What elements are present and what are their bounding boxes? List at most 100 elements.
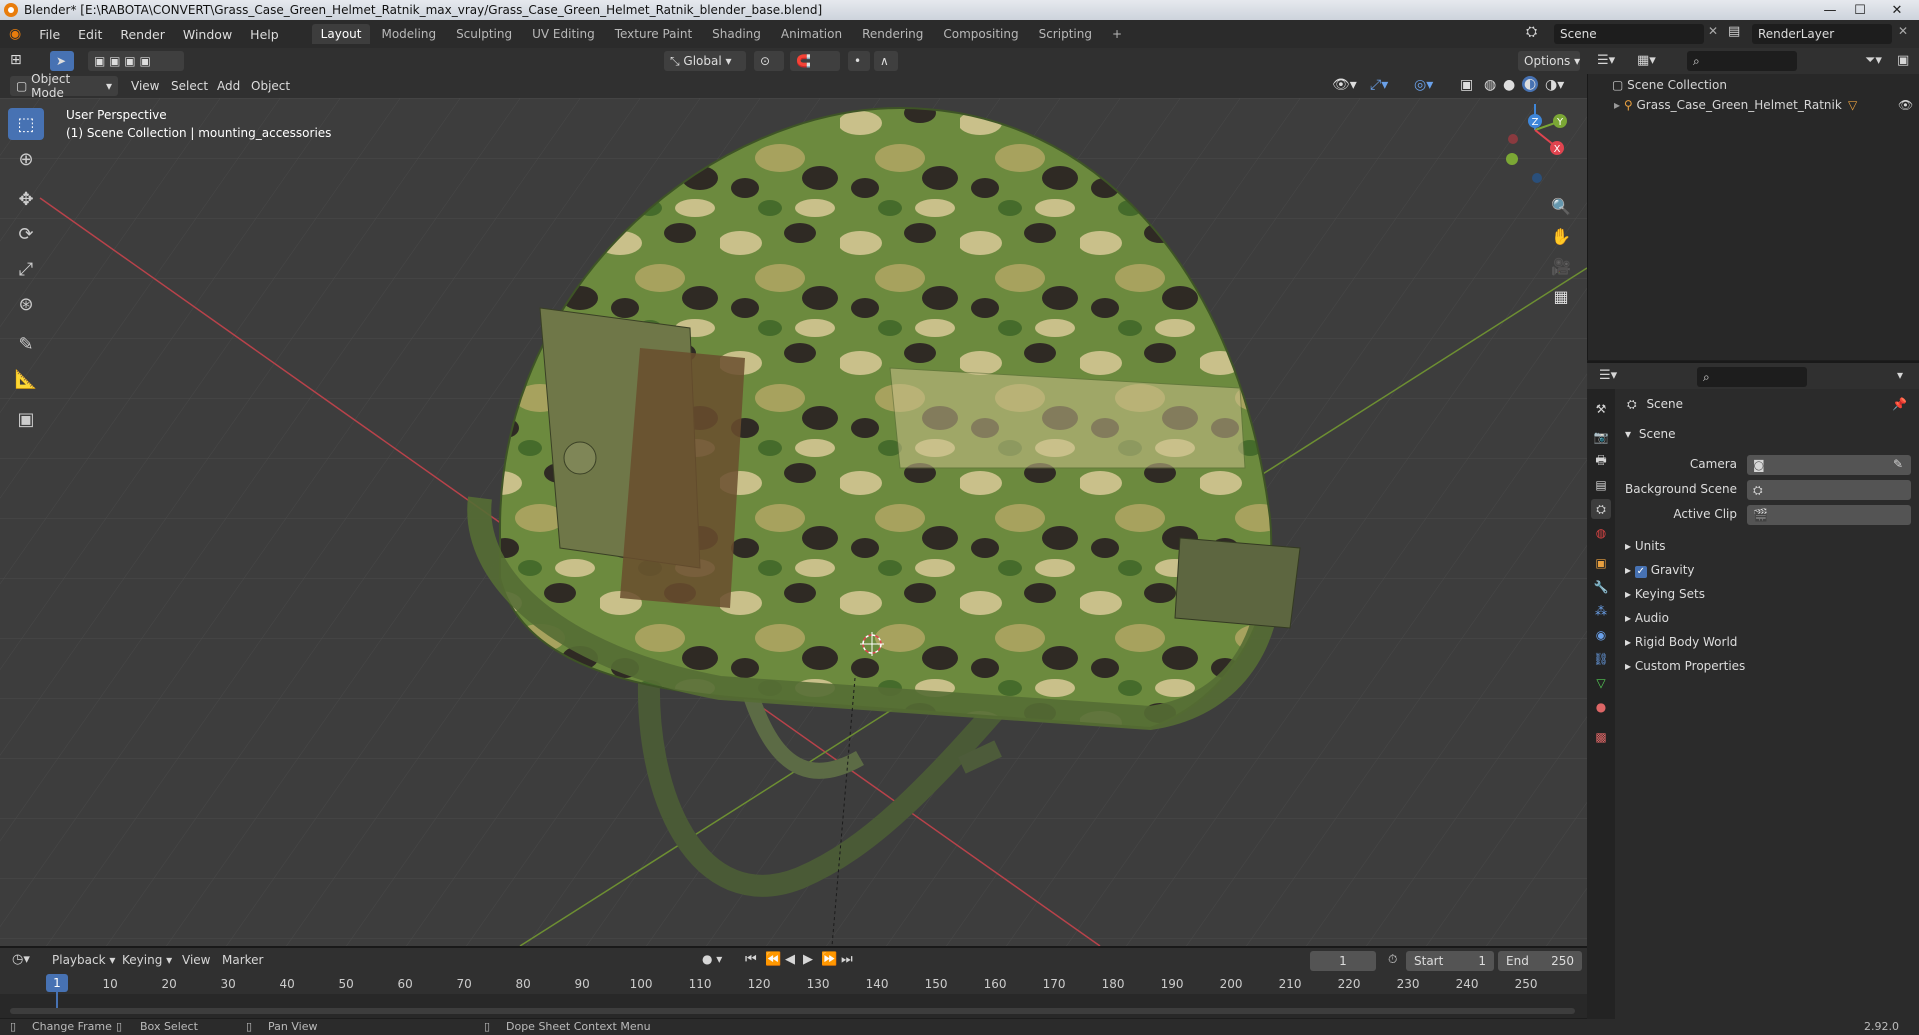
visibility-icon[interactable]: 👁▾ <box>1332 77 1357 93</box>
annotate-tool-icon[interactable]: ✎ <box>8 328 44 360</box>
data-tab-icon[interactable]: ▽ <box>1591 673 1611 693</box>
start-frame-field[interactable]: Start 1 <box>1406 951 1494 971</box>
tab-animation[interactable]: Animation <box>772 24 851 44</box>
gizmo-toggle-icon[interactable]: ⤢▾ <box>1370 77 1388 93</box>
menu-file[interactable]: File <box>30 27 69 42</box>
material-shading-icon[interactable]: ◐ <box>1522 76 1539 92</box>
end-frame-field[interactable]: End 250 <box>1498 951 1582 971</box>
particles-tab-icon[interactable]: ⁂ <box>1591 601 1611 621</box>
preview-range-icon[interactable]: ⏱ <box>1388 952 1397 967</box>
falloff-icon[interactable]: ∧ <box>874 51 898 71</box>
active-clip-field[interactable]: 🎬 <box>1747 505 1911 525</box>
scene-panel-header[interactable]: ▾ Scene <box>1625 427 1675 441</box>
transform-tool-icon[interactable]: ⊛ <box>8 288 44 320</box>
jump-start-icon[interactable]: ⏮ <box>745 952 757 967</box>
tool-tab-icon[interactable]: ⚒ <box>1591 399 1611 419</box>
properties-editor-icon[interactable]: ☰▾ <box>1599 368 1617 383</box>
camera-field[interactable]: ◙ ✎ <box>1747 455 1911 475</box>
display-mode-icon[interactable]: ▦▾ <box>1637 53 1656 68</box>
transform-orientation-dropdown[interactable]: ⤡ Global ▾ <box>664 51 746 71</box>
world-tab-icon[interactable]: ◍ <box>1591 523 1611 543</box>
expand-arrow-icon[interactable]: ▸ <box>1614 98 1620 112</box>
xray-toggle-icon[interactable]: ▣ <box>1460 77 1473 93</box>
selection-mode-buttons[interactable]: ▣ ▣ ▣ ▣ <box>88 51 184 71</box>
menu-edit[interactable]: Edit <box>69 27 111 42</box>
menu-add[interactable]: Add <box>217 79 240 93</box>
audio-panel[interactable]: ▸ Audio <box>1625 611 1669 625</box>
pivot-point-icon[interactable]: ⊙ <box>754 51 784 71</box>
pan-hand-icon[interactable]: ✋ <box>1547 222 1575 250</box>
play-reverse-icon[interactable]: ◀ <box>785 952 795 967</box>
timeline-editor-icon[interactable]: ◷▾ <box>12 952 30 967</box>
select-box-tool-icon[interactable]: ⬚ <box>8 108 44 140</box>
keying-sets-panel[interactable]: ▸ Keying Sets <box>1625 587 1705 601</box>
menu-view[interactable]: View <box>131 79 159 93</box>
snap-icon[interactable]: 🧲 <box>790 51 840 71</box>
options-dropdown[interactable]: Options ▾ <box>1518 51 1580 71</box>
tab-texture-paint[interactable]: Texture Paint <box>606 24 701 44</box>
material-tab-icon[interactable]: ● <box>1591 697 1611 717</box>
timeline-body[interactable]: 1102030405060708090100110120130140150160… <box>0 972 1587 1018</box>
texture-tab-icon[interactable]: ▩ <box>1591 727 1611 747</box>
renderlayer-selector[interactable]: RenderLayer <box>1752 24 1892 44</box>
rotate-tool-icon[interactable]: ⟳ <box>8 218 44 250</box>
playhead[interactable]: 1 <box>46 974 68 992</box>
jump-keyframe-forward-icon[interactable]: ⏩ <box>821 952 837 967</box>
close-scene-icon[interactable]: ✕ <box>1708 24 1718 38</box>
new-collection-icon[interactable]: ▣ <box>1897 53 1909 68</box>
pin-icon[interactable]: 📌 <box>1892 397 1907 411</box>
tab-modeling[interactable]: Modeling <box>372 24 445 44</box>
menu-render[interactable]: Render <box>111 27 174 42</box>
output-tab-icon[interactable]: 🖶 <box>1591 451 1611 471</box>
menu-keying[interactable]: Keying ▾ <box>122 953 172 967</box>
outliner-item[interactable]: ▸ ⚲ Grass_Case_Green_Helmet_Ratnik ▽ 👁 <box>1614 98 1914 116</box>
gizmo-x-label[interactable]: X <box>1554 144 1561 155</box>
close-button[interactable]: ✕ <box>1875 0 1919 20</box>
outliner-search-input[interactable]: ⌕ <box>1687 51 1797 71</box>
tab-compositing[interactable]: Compositing <box>934 24 1027 44</box>
physics-tab-icon[interactable]: ◉ <box>1591 625 1611 645</box>
render-tab-icon[interactable]: 📷 <box>1591 427 1611 447</box>
timeline-scrollbar[interactable] <box>10 1008 1575 1014</box>
tab-shading[interactable]: Shading <box>703 24 770 44</box>
background-scene-field[interactable]: ⛭ <box>1747 480 1911 500</box>
blender-menu-icon[interactable]: ◉ <box>0 26 30 42</box>
constraints-tab-icon[interactable]: ⛓ <box>1591 649 1611 669</box>
measure-tool-icon[interactable]: 📐 <box>8 363 44 395</box>
camera-view-icon[interactable]: 🎥 <box>1547 252 1575 280</box>
tab-layout[interactable]: Layout <box>311 24 371 44</box>
solid-shading-icon[interactable]: ● <box>1503 77 1515 93</box>
outliner-editor-icon[interactable]: ☰▾ <box>1597 53 1615 68</box>
menu-playback[interactable]: Playback ▾ <box>52 953 115 967</box>
record-icon[interactable]: ● ▾ <box>702 952 722 966</box>
tab-scripting[interactable]: Scripting <box>1030 24 1101 44</box>
properties-options-icon[interactable]: ▾ <box>1897 368 1903 382</box>
add-workspace-button[interactable]: + <box>1103 24 1131 44</box>
wireframe-shading-icon[interactable]: ◍ <box>1484 77 1496 93</box>
move-tool-icon[interactable]: ✥ <box>8 183 44 215</box>
gravity-checkbox[interactable]: ✓ <box>1634 566 1647 578</box>
play-icon[interactable]: ▶ <box>803 952 813 967</box>
custom-properties-panel[interactable]: ▸ Custom Properties <box>1625 659 1745 673</box>
jump-keyframe-back-icon[interactable]: ⏪ <box>765 952 781 967</box>
gizmo-z-label[interactable]: Z <box>1532 117 1539 128</box>
menu-object[interactable]: Object <box>251 79 290 93</box>
rendered-shading-icon[interactable]: ◑▾ <box>1545 77 1564 93</box>
current-frame-field[interactable]: 1 <box>1310 951 1376 971</box>
visibility-eye-icon[interactable]: 👁 <box>1898 98 1913 112</box>
3d-viewport[interactable]: Z Y X <box>0 98 1587 946</box>
menu-timeline-view[interactable]: View <box>182 953 210 967</box>
maximize-button[interactable]: ☐ <box>1845 0 1875 20</box>
gravity-panel[interactable]: ▸ ✓ Gravity <box>1625 563 1695 578</box>
menu-marker[interactable]: Marker <box>222 953 263 967</box>
menu-help[interactable]: Help <box>241 27 288 42</box>
overlay-toggle-icon[interactable]: ◎▾ <box>1414 77 1433 93</box>
eyedropper-icon[interactable]: ✎ <box>1893 457 1903 471</box>
gizmo-y-label[interactable]: Y <box>1556 117 1564 128</box>
rigid-body-world-panel[interactable]: ▸ Rigid Body World <box>1625 635 1737 649</box>
mode-dropdown[interactable]: ▢ Object Mode ▾ <box>10 72 118 100</box>
add-cube-tool-icon[interactable]: ▣ <box>8 403 44 435</box>
units-panel[interactable]: ▸ Units <box>1625 539 1666 553</box>
cursor-tool-icon[interactable]: ⊕ <box>8 143 44 175</box>
minimize-button[interactable]: — <box>1815 0 1845 20</box>
